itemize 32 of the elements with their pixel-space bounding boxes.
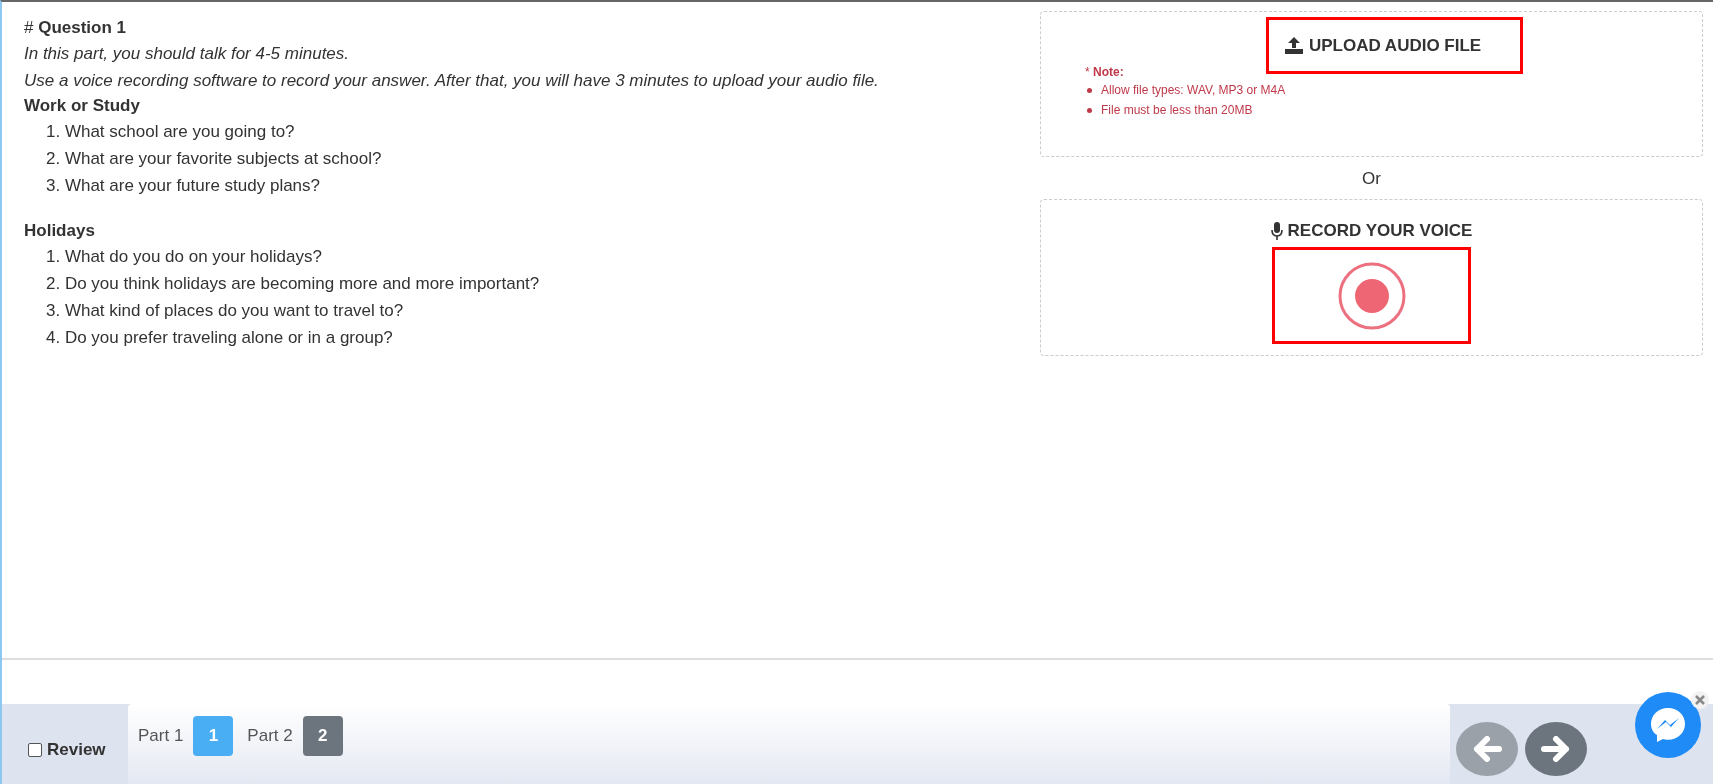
question-title: # Question 1 (24, 17, 128, 39)
question-text: 1. What do you do on your holidays? (45, 246, 323, 268)
record-icon (1336, 260, 1407, 331)
question-text: 4. Do you prefer traveling alone or in a group? (45, 327, 394, 349)
record-title: RECORD YOUR VOICE (1270, 221, 1473, 241)
review-checkbox[interactable]: Review (2, 704, 128, 784)
question-text: 3. What kind of places do you want to travel to? (45, 300, 405, 322)
topic-title: Work or Study (24, 95, 141, 117)
part-label: Part 2 (247, 725, 293, 747)
bullet-icon (1087, 107, 1092, 113)
arrow-icon (1541, 736, 1571, 762)
topic-title: Holidays (24, 220, 96, 242)
microphone-icon (1270, 222, 1283, 240)
record-button[interactable] (1272, 247, 1471, 344)
upload-icon (1285, 37, 1303, 54)
question-text: 1. What school are you going to? (45, 121, 296, 143)
or-text: Or (1361, 168, 1382, 190)
part-label: Part 1 (138, 725, 184, 747)
note-title: * Note: (1085, 64, 1125, 80)
close-icon[interactable] (1691, 691, 1709, 709)
bullet-icon (1087, 87, 1092, 93)
arrow-icon (1472, 736, 1502, 762)
instruction-text: In this part, you should talk for 4-5 minutes. (24, 43, 351, 65)
upload-audio-button[interactable]: UPLOAD AUDIO FILE (1266, 17, 1523, 74)
question-text: 2. Do you think holidays are becoming more and more important? (45, 273, 541, 295)
note-text: File must be less than 20MB (1101, 102, 1253, 119)
note-text: Allow file types: WAV, MP3 or M4A (1101, 82, 1286, 99)
instruction-text: Use a voice recording software to record your answer. After that, you will have 3 minutes to upload your audio file. (24, 70, 880, 92)
question-text: 3. What are your future study plans? (45, 175, 322, 197)
question-text: 2. What are your favorite subjects at school? (45, 148, 383, 170)
chat-bubble-icon (1648, 705, 1688, 745)
part-button[interactable]: 2 (302, 716, 343, 756)
